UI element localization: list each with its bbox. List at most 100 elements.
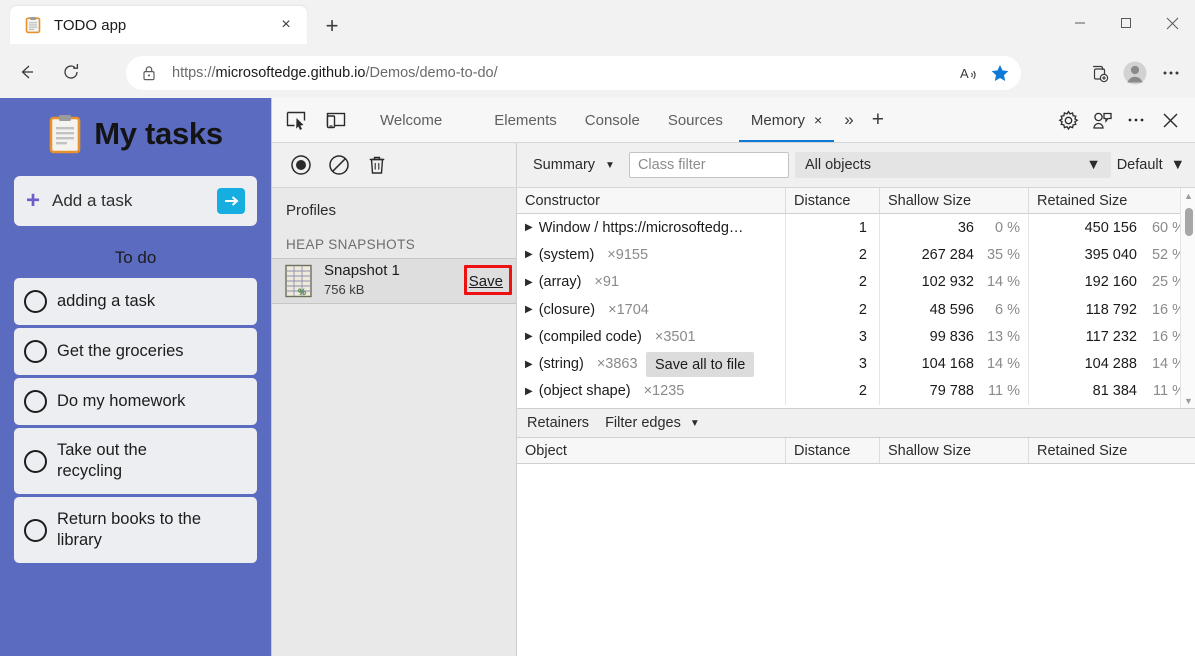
retained-pct: 25 %: [1137, 274, 1185, 290]
scroll-up-icon[interactable]: ▲: [1181, 188, 1195, 203]
add-task-input[interactable]: Add a task: [52, 191, 217, 211]
table-row[interactable]: ▶ (closure) ×1704 2 48 5966 % 118 79216 …: [517, 296, 1195, 323]
column-header-distance[interactable]: Distance: [786, 438, 880, 463]
column-header-shallow-size[interactable]: Shallow Size: [880, 438, 1029, 463]
profile-avatar-icon[interactable]: [1117, 56, 1153, 90]
column-header-shallow-size[interactable]: Shallow Size: [880, 188, 1029, 213]
table-row[interactable]: ▶ (object shape) ×1235 2 79 78811 % 81 3…: [517, 378, 1195, 405]
column-header-retained-size[interactable]: Retained Size: [1029, 438, 1195, 463]
task-checkbox[interactable]: [24, 390, 47, 413]
tab-label: Elements: [494, 112, 557, 129]
more-options-icon[interactable]: [1119, 103, 1153, 137]
table-row[interactable]: ▶ (array) ×91 2 102 93214 % 192 16025 %: [517, 269, 1195, 296]
back-button[interactable]: [10, 55, 44, 89]
expand-triangle-icon[interactable]: ▶: [525, 359, 533, 370]
list-item[interactable]: Get the groceries: [14, 328, 257, 375]
task-checkbox[interactable]: [24, 290, 47, 313]
tab-console[interactable]: Console: [571, 98, 654, 142]
expand-triangle-icon[interactable]: ▶: [525, 277, 533, 288]
expand-triangle-icon[interactable]: ▶: [525, 331, 533, 342]
clear-icon[interactable]: [322, 148, 356, 182]
view-select-value: Summary: [533, 157, 595, 173]
browser-tab[interactable]: TODO app ×: [10, 6, 307, 44]
address-bar[interactable]: https://microsoftedge.github.io/Demos/de…: [126, 56, 1021, 90]
cell-constructor[interactable]: ▶ (system) ×9155: [517, 241, 786, 268]
collections-icon[interactable]: [1081, 56, 1117, 90]
task-checkbox[interactable]: [24, 450, 47, 473]
profiles-sidebar: Profiles HEAP SNAPSHOTS %: [272, 188, 517, 656]
task-list: adding a task Get the groceries Do my ho…: [14, 278, 257, 563]
class-filter-input[interactable]: Class filter: [629, 152, 789, 178]
expand-triangle-icon[interactable]: ▶: [525, 222, 533, 233]
table-row[interactable]: ▶ Window / https://microsoftedg… 1 360 %…: [517, 214, 1195, 241]
device-emulation-icon[interactable]: [320, 104, 352, 136]
table-row[interactable]: ▶ (string) ×3863 3 104 16814 % 104 28814…: [517, 350, 1195, 377]
reload-button[interactable]: [54, 55, 88, 89]
customize-icon[interactable]: [1085, 103, 1119, 137]
save-all-to-file-tooltip: Save all to file: [646, 352, 754, 377]
filter-edges-select[interactable]: Filter edges ▼: [605, 415, 700, 431]
minimize-button[interactable]: [1057, 0, 1103, 46]
add-task-input-row[interactable]: + Add a task: [14, 176, 257, 226]
tab-sources[interactable]: Sources: [654, 98, 737, 142]
view-select[interactable]: Summary ▼: [525, 152, 623, 178]
settings-gear-icon[interactable]: [1051, 103, 1085, 137]
expand-triangle-icon[interactable]: ▶: [525, 386, 533, 397]
cell-constructor[interactable]: ▶ (object shape) ×1235: [517, 378, 786, 405]
snapshot-name: Snapshot 1: [324, 262, 400, 279]
table-row[interactable]: ▶ (system) ×9155 2 267 28435 % 395 04052…: [517, 241, 1195, 268]
cell-constructor[interactable]: ▶ (array) ×91: [517, 269, 786, 296]
summary-grid-scrollbar[interactable]: ▲ ▼: [1180, 188, 1195, 408]
heap-snapshots-group-label: HEAP SNAPSHOTS: [272, 219, 516, 258]
tab-elements[interactable]: Elements: [480, 98, 571, 142]
inspect-element-icon[interactable]: [280, 104, 312, 136]
title-bar: TODO app × +: [0, 0, 1195, 46]
more-options-icon[interactable]: [1153, 56, 1189, 90]
more-tabs-icon[interactable]: »: [836, 98, 861, 142]
trash-icon[interactable]: [360, 148, 394, 182]
record-icon[interactable]: [284, 148, 318, 182]
read-aloud-icon[interactable]: A: [955, 58, 985, 88]
task-checkbox[interactable]: [24, 340, 47, 363]
close-tab-icon[interactable]: ×: [814, 112, 822, 128]
objects-select[interactable]: All objects ▼: [795, 152, 1111, 178]
cell-constructor[interactable]: ▶ (compiled code) ×3501: [517, 323, 786, 350]
chevron-down-icon: ▼: [1086, 157, 1100, 173]
close-window-button[interactable]: [1149, 0, 1195, 46]
cell-retained-size: 81 38411 %: [1029, 378, 1195, 405]
retained-value: 117 232: [1086, 329, 1137, 345]
scrollbar-thumb[interactable]: [1185, 208, 1193, 236]
column-header-distance[interactable]: Distance: [786, 188, 880, 213]
list-item[interactable]: Take out the recycling: [14, 428, 257, 494]
scroll-down-icon[interactable]: ▼: [1181, 393, 1195, 408]
list-item[interactable]: Return books to the library: [14, 497, 257, 563]
column-header-object[interactable]: Object: [517, 438, 786, 463]
expand-triangle-icon[interactable]: ▶: [525, 249, 533, 260]
cell-constructor[interactable]: ▶ (closure) ×1704: [517, 296, 786, 323]
list-item[interactable]: adding a task: [14, 278, 257, 325]
close-tab-icon[interactable]: ×: [273, 12, 299, 38]
tab-label: Welcome: [380, 112, 442, 129]
cell-constructor[interactable]: ▶ Window / https://microsoftedg…: [517, 214, 786, 241]
shallow-pct: 0 %: [974, 220, 1020, 236]
heap-snapshot-icon: %: [284, 264, 314, 298]
table-row[interactable]: ▶ (compiled code) ×3501 3 99 83613 % 117…: [517, 323, 1195, 350]
arrow-right-icon[interactable]: [217, 188, 245, 214]
tab-welcome[interactable]: Welcome: [366, 98, 456, 142]
column-header-retained-size[interactable]: Retained Size: [1029, 188, 1195, 213]
close-devtools-icon[interactable]: [1153, 103, 1187, 137]
snapshot-list-item[interactable]: % Snapshot 1 756 kB Save: [272, 258, 516, 304]
default-select[interactable]: Default ▼: [1117, 157, 1189, 173]
tab-memory[interactable]: Memory ×: [737, 98, 836, 142]
summary-grid-header: Constructor Distance Shallow Size Retain…: [517, 188, 1195, 214]
task-checkbox[interactable]: [24, 519, 47, 542]
add-panel-button[interactable]: +: [862, 98, 894, 142]
constructor-count: ×3863: [597, 356, 638, 372]
column-header-constructor[interactable]: Constructor: [517, 188, 786, 213]
clipboard-icon: [24, 16, 42, 34]
list-item[interactable]: Do my homework: [14, 378, 257, 425]
star-icon[interactable]: [985, 58, 1015, 88]
expand-triangle-icon[interactable]: ▶: [525, 304, 533, 315]
maximize-button[interactable]: [1103, 0, 1149, 46]
new-tab-button[interactable]: +: [318, 12, 346, 40]
